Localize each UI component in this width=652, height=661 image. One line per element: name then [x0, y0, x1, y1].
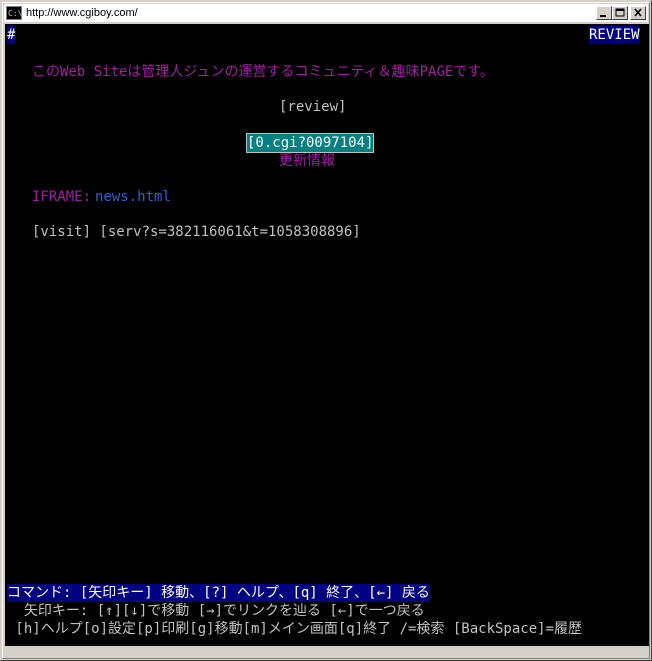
mode-indicator: REVIEW — [589, 26, 640, 44]
terminal-screen[interactable]: # REVIEW このWeb Siteは管理人ジュンの運営するコミュニティ＆趣味… — [5, 24, 649, 646]
minimize-icon — [600, 15, 606, 17]
window-controls — [596, 6, 646, 20]
site-intro-text: このWeb Siteは管理人ジュンの運営するコミュニティ＆趣味PAGEです。 — [32, 64, 494, 80]
close-button[interactable] — [630, 6, 646, 20]
key-command-help: [h]ヘルプ[o]設定[p]印刷[g]移動[m]メイン画面[q]終了 /=検索 … — [7, 621, 583, 637]
maximize-icon — [615, 8, 625, 17]
update-info-link[interactable]: 更新情報 — [279, 152, 335, 170]
minimize-button[interactable] — [596, 6, 612, 20]
visit-line[interactable]: [visit] [serv?s=382116061&t=1058308896] — [32, 223, 361, 241]
command-status-line: コマンド: [矢印キー] 移動、[?] ヘルプ、[q] 終了、[←] 戻る — [7, 584, 430, 602]
iframe-news-link[interactable]: news.html — [95, 188, 171, 206]
console-window: C:\ http://www.cgiboy.com/ # REVIEW このWe… — [0, 0, 652, 661]
console-app-icon[interactable]: C:\ — [6, 6, 22, 20]
arrow-key-help: 矢印キー: [↑][↓]で移動 [→]でリンクを辿る [←]で一つ戻る — [7, 603, 425, 619]
iframe-label: IFRAME: — [32, 189, 100, 205]
maximize-button[interactable] — [612, 6, 628, 20]
hash-marker: # — [7, 26, 16, 44]
counter-link[interactable]: [0.cgi?0097104] — [245, 133, 375, 153]
close-icon — [634, 8, 642, 17]
review-link[interactable]: [review] — [279, 98, 346, 116]
window-title: http://www.cgiboy.com/ — [26, 7, 138, 19]
title-bar[interactable]: C:\ http://www.cgiboy.com/ — [4, 4, 648, 22]
